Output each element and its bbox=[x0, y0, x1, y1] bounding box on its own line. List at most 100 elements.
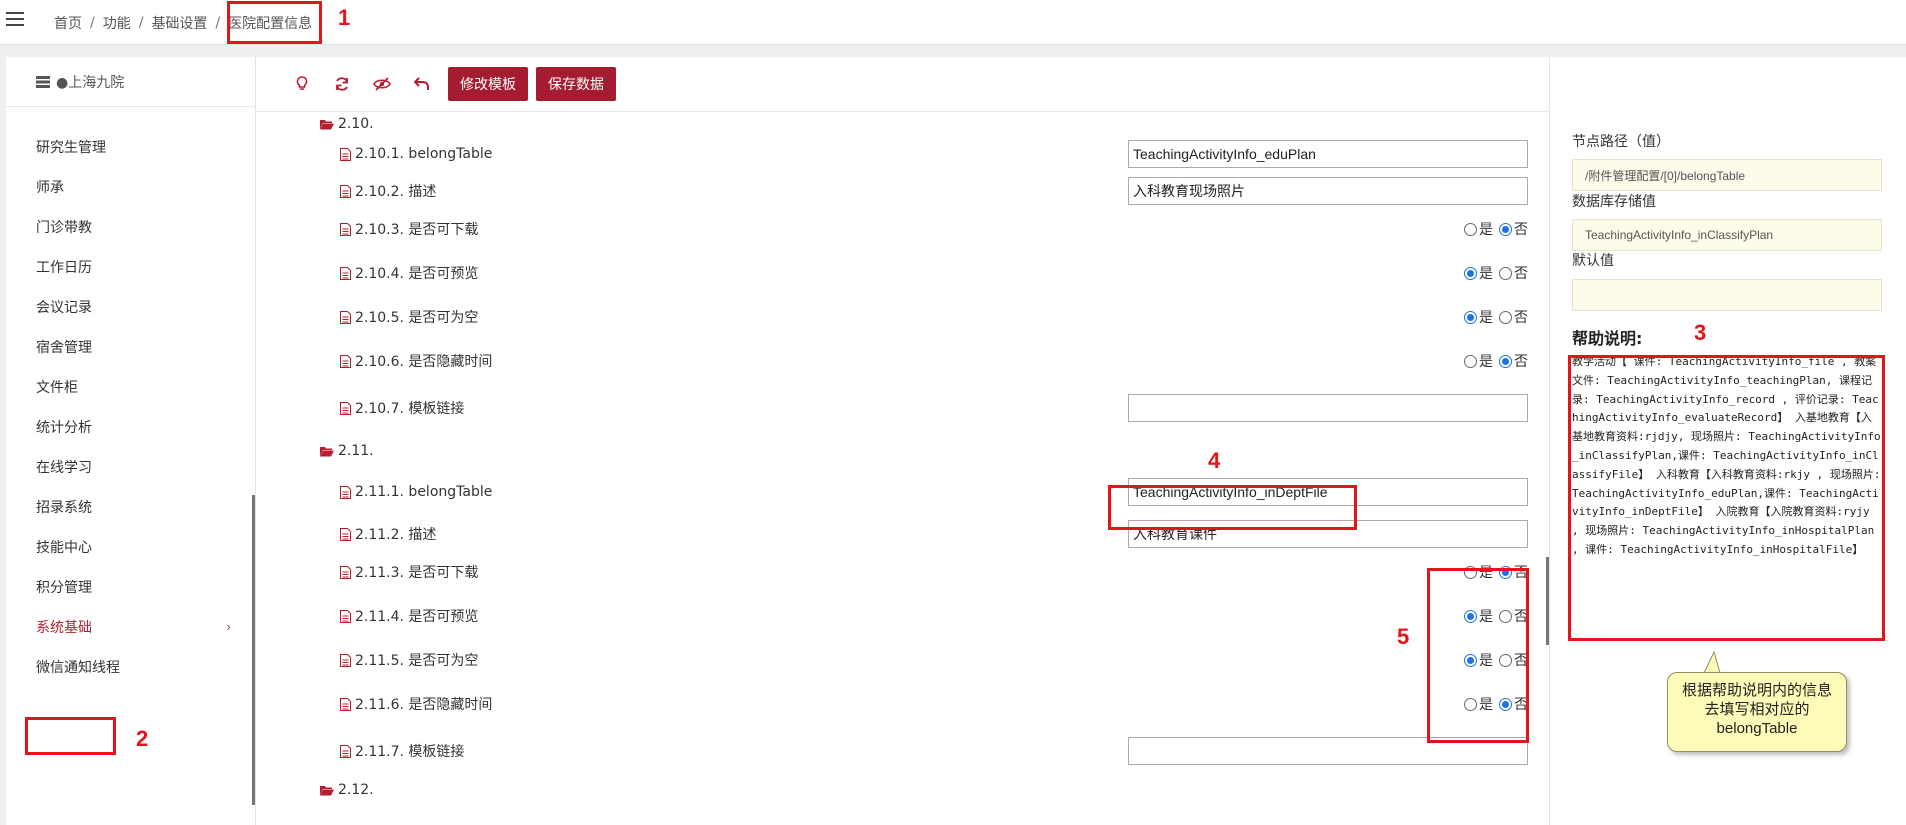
sidebar-item-label: 工作日历 bbox=[36, 260, 92, 276]
server-icon bbox=[36, 75, 50, 88]
radio-no[interactable] bbox=[1499, 354, 1512, 368]
radio-yes-label: 是 bbox=[1479, 609, 1493, 625]
tree-leaf: 2.10.2. 描述 bbox=[340, 181, 436, 201]
sidebar-item-mentorship[interactable]: 师承 bbox=[6, 167, 251, 207]
radio-no[interactable] bbox=[1499, 697, 1512, 711]
radio-no[interactable] bbox=[1499, 266, 1512, 280]
sidebar-item-label: 统计分析 bbox=[36, 420, 92, 436]
tree-leaf: 2.10.6. 是否隐藏时间 bbox=[340, 351, 492, 371]
tree-leaf: 2.10.5. 是否可为空 bbox=[340, 307, 478, 327]
tree-leaf-label: 2.10.4. 是否可预览 bbox=[355, 266, 479, 282]
radio-no-label: 否 bbox=[1514, 565, 1528, 581]
save-data-button[interactable]: 保存数据 bbox=[536, 67, 616, 101]
db-value-field[interactable]: TeachingActivityInfo_inClassifyPlan bbox=[1572, 219, 1882, 251]
description-input[interactable] bbox=[1128, 520, 1528, 548]
hospital-name: ●上海九院 bbox=[56, 74, 125, 91]
tree-leaf-label: 2.10.6. 是否隐藏时间 bbox=[355, 354, 493, 370]
sidebar-item-points[interactable]: 积分管理 bbox=[6, 567, 251, 607]
hide-time-radio-group: 是 否 bbox=[1460, 694, 1528, 714]
sidebar-item-file-cabinet[interactable]: 文件柜 bbox=[6, 367, 251, 407]
tree-leaf-row: 2.11.3. 是否可下载 是 否 bbox=[256, 557, 1550, 587]
eye-slash-icon[interactable] bbox=[364, 69, 400, 99]
sidebar-item-graduate[interactable]: 研究生管理 bbox=[6, 127, 251, 167]
tree-leaf: 2.10.3. 是否可下载 bbox=[340, 219, 478, 239]
radio-no[interactable] bbox=[1499, 222, 1512, 236]
tree-leaf-label: 2.11.7. 模板链接 bbox=[355, 744, 465, 760]
sidebar-scrollbar[interactable] bbox=[252, 495, 255, 805]
file-icon bbox=[340, 266, 351, 280]
tree-leaf-label: 2.10.7. 模板链接 bbox=[355, 401, 465, 417]
sidebar-item-dormitory[interactable]: 宿舍管理 bbox=[6, 327, 251, 367]
sidebar-item-system-basic[interactable]: 系统基础 › bbox=[6, 607, 251, 647]
sidebar-item-label: 微信通知线程 bbox=[36, 660, 120, 676]
nullable-radio-group: 是 否 bbox=[1460, 650, 1528, 670]
tree-leaf: 2.10.4. 是否可预览 bbox=[340, 263, 478, 283]
folder-open-icon bbox=[320, 785, 334, 795]
refresh-icon[interactable] bbox=[324, 69, 360, 99]
radio-yes-label: 是 bbox=[1479, 653, 1493, 669]
sidebar-item-outpatient[interactable]: 门诊带教 bbox=[6, 207, 251, 247]
breadcrumb-basic-settings[interactable]: 基础设置 bbox=[151, 13, 207, 33]
undo-icon[interactable] bbox=[404, 69, 440, 99]
tree-leaf-row: 2.10.4. 是否可预览 是 否 bbox=[256, 258, 1550, 288]
belongtable-input[interactable] bbox=[1128, 478, 1528, 506]
nullable-radio-group: 是 否 bbox=[1460, 307, 1528, 327]
radio-yes[interactable] bbox=[1464, 565, 1477, 579]
file-icon bbox=[340, 310, 351, 324]
radio-no[interactable] bbox=[1499, 653, 1512, 667]
file-icon bbox=[340, 653, 351, 667]
radio-no-label: 否 bbox=[1514, 266, 1528, 282]
radio-yes[interactable] bbox=[1464, 222, 1477, 236]
radio-yes[interactable] bbox=[1464, 266, 1477, 280]
tree-folder-label: 2.12. bbox=[338, 782, 374, 798]
lightbulb-icon[interactable] bbox=[284, 69, 320, 99]
file-icon bbox=[340, 401, 351, 415]
tree-leaf-label: 2.10.1. belongTable bbox=[355, 146, 493, 162]
radio-yes[interactable] bbox=[1464, 310, 1477, 324]
sidebar-item-online-learning[interactable]: 在线学习 bbox=[6, 447, 251, 487]
radio-no[interactable] bbox=[1499, 310, 1512, 324]
default-value-field[interactable] bbox=[1572, 279, 1882, 311]
sidebar-item-statistics[interactable]: 统计分析 bbox=[6, 407, 251, 447]
tree-leaf-row: 2.11.2. 描述 bbox=[256, 519, 1550, 549]
edit-template-button[interactable]: 修改模板 bbox=[448, 67, 528, 101]
tree-leaf-row: 2.11.4. 是否可预览 是 否 bbox=[256, 601, 1550, 631]
tree-leaf-label: 2.11.3. 是否可下载 bbox=[355, 565, 479, 581]
tree-leaf: 2.11.1. belongTable bbox=[340, 484, 492, 500]
node-path-field[interactable]: /附件管理配置/[0]/belongTable bbox=[1572, 159, 1882, 191]
breadcrumb-home[interactable]: 首页 bbox=[54, 13, 82, 33]
tree-leaf-label: 2.10.3. 是否可下载 bbox=[355, 222, 479, 238]
radio-no[interactable] bbox=[1499, 609, 1512, 623]
description-input[interactable] bbox=[1128, 177, 1528, 205]
radio-yes-label: 是 bbox=[1479, 697, 1493, 713]
default-value-label: 默认值 bbox=[1572, 253, 1614, 269]
radio-yes[interactable] bbox=[1464, 653, 1477, 667]
sidebar-item-label: 师承 bbox=[36, 180, 64, 196]
tree-leaf: 2.10.7. 模板链接 bbox=[340, 398, 464, 418]
belongtable-input[interactable] bbox=[1128, 140, 1528, 168]
sidebar-item-meeting[interactable]: 会议记录 bbox=[6, 287, 251, 327]
sidebar-item-wechat[interactable]: 微信通知线程 bbox=[6, 647, 251, 687]
tree-folder: 2.12. bbox=[320, 782, 374, 798]
downloadable-radio-group: 是 否 bbox=[1460, 562, 1528, 582]
sidebar-item-recruitment[interactable]: 招录系统 bbox=[6, 487, 251, 527]
annotation-number-3: 3 bbox=[1694, 320, 1707, 345]
sidebar-item-skill-center[interactable]: 技能中心 bbox=[6, 527, 251, 567]
tree-leaf: 2.11.6. 是否隐藏时间 bbox=[340, 694, 492, 714]
radio-yes-label: 是 bbox=[1479, 266, 1493, 282]
breadcrumb-function[interactable]: 功能 bbox=[103, 13, 131, 33]
tree-folder-row[interactable]: 2.11. bbox=[256, 436, 1550, 466]
radio-no[interactable] bbox=[1499, 565, 1512, 579]
sidebar-item-label: 会议记录 bbox=[36, 300, 92, 316]
radio-yes[interactable] bbox=[1464, 697, 1477, 711]
radio-yes[interactable] bbox=[1464, 354, 1477, 368]
tree-folder-row[interactable]: 2.12. bbox=[256, 775, 1550, 805]
file-icon bbox=[340, 697, 351, 711]
tree-leaf-row: 2.10.2. 描述 bbox=[256, 176, 1550, 206]
template-link-input[interactable] bbox=[1128, 394, 1528, 422]
tree-folder-row[interactable]: 2.10. bbox=[256, 113, 1550, 139]
radio-yes[interactable] bbox=[1464, 609, 1477, 623]
sidebar-item-calendar[interactable]: 工作日历 bbox=[6, 247, 251, 287]
hamburger-menu-icon[interactable] bbox=[6, 12, 24, 28]
template-link-input[interactable] bbox=[1128, 737, 1528, 765]
